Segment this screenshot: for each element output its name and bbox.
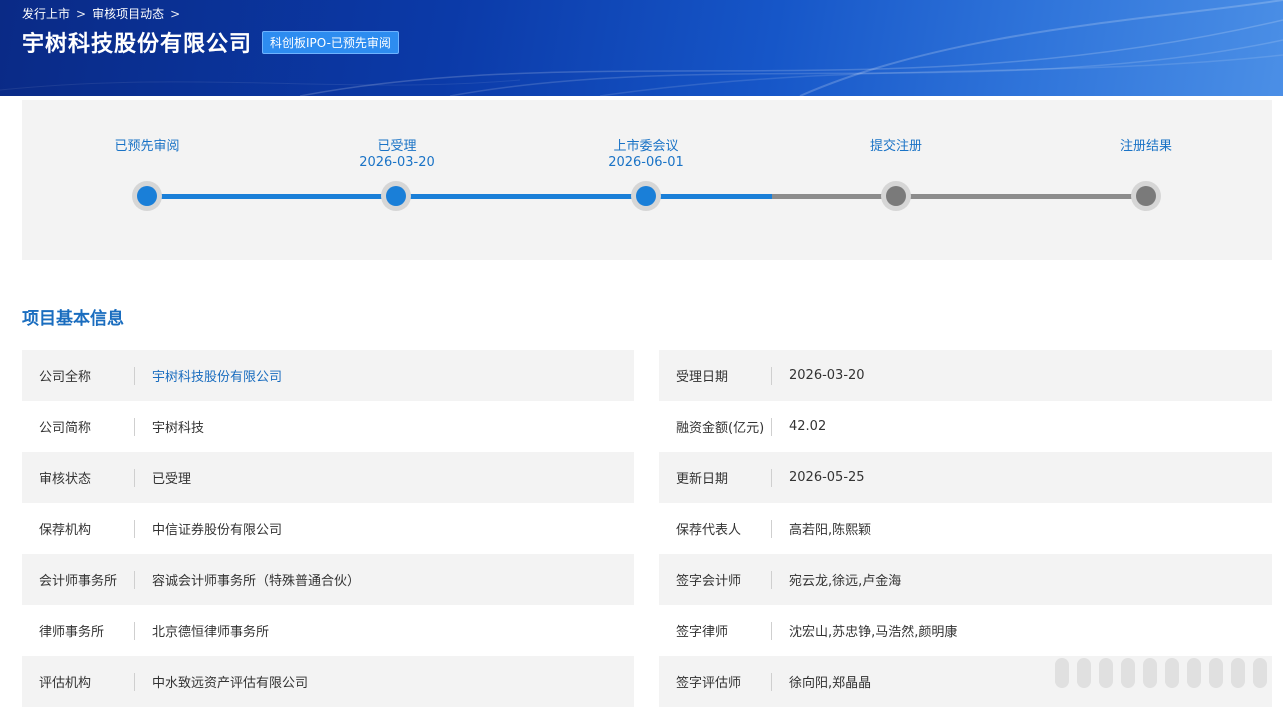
divider (771, 519, 772, 538)
step-5-label: 注册结果 (1071, 139, 1221, 155)
info-label: 保荐代表人 (676, 523, 742, 538)
info-value: 徐向阳,郑晶晶 (789, 676, 872, 691)
divider (134, 621, 135, 640)
info-label: 审核状态 (39, 472, 92, 487)
step-2-name: 已受理 (377, 139, 417, 154)
info-label: 公司简称 (39, 421, 92, 436)
step-2-node (381, 181, 411, 211)
info-row-appraisal-firm: 评估机构 中水致远资产评估有限公司 (22, 656, 634, 707)
info-label: 签字评估师 (676, 676, 742, 691)
info-row-accounting-firm: 会计师事务所 容诚会计师事务所（特殊普通合伙） (22, 554, 634, 605)
progress-track-completed (147, 194, 772, 199)
info-value: 宇树科技 (152, 421, 205, 436)
info-row-financing-amount: 融资金额(亿元) 42.02 (659, 401, 1272, 452)
breadcrumb-item-review-dynamics[interactable]: 审核项目动态 (92, 5, 164, 22)
info-value: 42.02 (789, 419, 827, 434)
info-value: 中水致远资产评估有限公司 (152, 676, 309, 691)
divider (771, 468, 772, 487)
progress-track-pending (772, 194, 1147, 199)
info-row-short-name: 公司简称 宇树科技 (22, 401, 634, 452)
info-label: 签字律师 (676, 625, 729, 640)
divider (771, 672, 772, 691)
step-5-node (1131, 181, 1161, 211)
divider (134, 468, 135, 487)
divider (134, 366, 135, 385)
info-label: 签字会计师 (676, 574, 742, 589)
info-label: 评估机构 (39, 676, 92, 691)
divider (771, 570, 772, 589)
info-row-signing-lawyers: 签字律师 沈宏山,苏忠铮,马浩然,颜明康 (659, 605, 1272, 656)
divider (134, 519, 135, 538)
info-label: 律师事务所 (39, 625, 105, 640)
info-row-law-firm: 律师事务所 北京德恒律师事务所 (22, 605, 634, 656)
step-4-node (881, 181, 911, 211)
chevron-right-icon: > (76, 6, 87, 21)
info-value: 2026-03-20 (789, 368, 865, 383)
scroll-indicator[interactable] (1055, 658, 1267, 688)
info-value: 2026-05-25 (789, 470, 865, 485)
status-badge: 科创板IPO-已预先审阅 (262, 30, 399, 54)
info-label: 融资金额(亿元) (676, 421, 765, 436)
info-table-left: 公司全称 宇树科技股份有限公司 公司简称 宇树科技 审核状态 已受理 保荐机构 … (22, 350, 634, 707)
step-3-name: 上市委会议 (613, 139, 679, 154)
divider (771, 621, 772, 640)
info-value: 宛云龙,徐远,卢金海 (789, 574, 902, 589)
info-value: 沈宏山,苏忠铮,马浩然,颜明康 (789, 625, 958, 640)
info-value: 已受理 (152, 472, 192, 487)
section-title: 项目基本信息 (22, 309, 124, 329)
step-2-label: 已受理 2026-03-20 (322, 139, 472, 171)
info-label: 更新日期 (676, 472, 729, 487)
step-1-label: 已预先审阅 (72, 139, 222, 155)
info-row-accept-date: 受理日期 2026-03-20 (659, 350, 1272, 401)
chevron-right-icon: > (170, 6, 181, 21)
info-row-signing-accountants: 签字会计师 宛云龙,徐远,卢金海 (659, 554, 1272, 605)
step-3-node (631, 181, 661, 211)
info-value: 高若阳,陈熙颖 (789, 523, 872, 538)
breadcrumb: 发行上市 > 审核项目动态 > (22, 5, 180, 22)
page-title: 宇树科技股份有限公司 (22, 32, 253, 57)
info-label: 保荐机构 (39, 523, 92, 538)
divider (771, 417, 772, 436)
page-header: 发行上市 > 审核项目动态 > 宇树科技股份有限公司 科创板IPO-已预先审阅 (0, 0, 1283, 96)
breadcrumb-item-ipo[interactable]: 发行上市 (22, 5, 70, 22)
info-value: 北京德恒律师事务所 (152, 625, 270, 640)
step-5-name: 注册结果 (1119, 139, 1172, 154)
step-1-node (132, 181, 162, 211)
info-table-right: 受理日期 2026-03-20 融资金额(亿元) 42.02 更新日期 2026… (659, 350, 1272, 707)
step-3-date: 2026-06-01 (608, 155, 684, 170)
divider (134, 417, 135, 436)
step-3-label: 上市委会议 2026-06-01 (571, 139, 721, 171)
info-label: 会计师事务所 (39, 574, 118, 589)
divider (134, 672, 135, 691)
step-1-name: 已预先审阅 (114, 139, 180, 154)
step-4-name: 提交注册 (869, 139, 922, 154)
info-row-update-date: 更新日期 2026-05-25 (659, 452, 1272, 503)
review-progress-panel: 已预先审阅 已受理 2026-03-20 上市委会议 2026-06-01 提交… (22, 100, 1272, 260)
company-name-link[interactable]: 宇树科技股份有限公司 (152, 366, 282, 385)
step-2-date: 2026-03-20 (359, 155, 435, 170)
info-row-review-status: 审核状态 已受理 (22, 452, 634, 503)
info-value: 中信证券股份有限公司 (152, 523, 283, 538)
info-label: 受理日期 (676, 370, 729, 385)
step-4-label: 提交注册 (821, 139, 971, 155)
divider (134, 570, 135, 589)
info-row-sponsor: 保荐机构 中信证券股份有限公司 (22, 503, 634, 554)
info-row-sponsor-reps: 保荐代表人 高若阳,陈熙颖 (659, 503, 1272, 554)
info-value: 容诚会计师事务所（特殊普通合伙） (152, 574, 361, 589)
info-row-company-name: 公司全称 宇树科技股份有限公司 (22, 350, 634, 401)
divider (771, 366, 772, 385)
title-row: 宇树科技股份有限公司 科创板IPO-已预先审阅 (22, 26, 399, 58)
info-label: 公司全称 (39, 370, 92, 385)
